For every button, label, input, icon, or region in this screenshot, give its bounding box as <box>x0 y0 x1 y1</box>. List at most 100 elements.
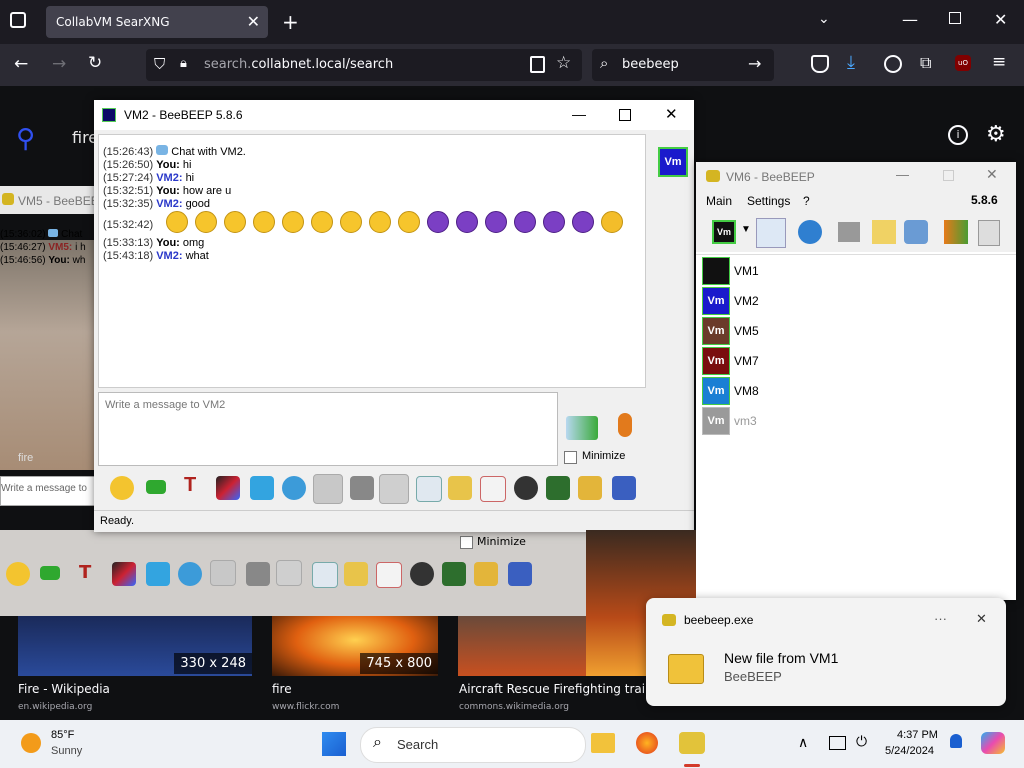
show-hidden-icons[interactable]: ∧ <box>798 734 808 751</box>
spellcheck-icon[interactable] <box>246 562 270 586</box>
settings-gear-icon[interactable]: ⚙ <box>986 122 1006 147</box>
microphone-icon[interactable] <box>618 413 632 437</box>
notification-close-icon[interactable]: ✕ <box>976 611 987 627</box>
taskbar-search[interactable]: ⌕ Search <box>360 727 586 763</box>
screenshot-icon[interactable] <box>514 476 538 500</box>
vm5-minimize-checkbox[interactable] <box>460 536 473 549</box>
network-volume-icon[interactable]: ⏻ <box>856 733 867 750</box>
filter-icon[interactable] <box>146 562 170 586</box>
pencil-icon[interactable] <box>872 220 896 244</box>
reload-icon[interactable]: ↻ <box>88 53 102 73</box>
vm6-maximize-icon[interactable] <box>943 170 954 181</box>
vm2-minimize-checkbox[interactable] <box>564 451 577 464</box>
network-icon[interactable] <box>904 220 928 244</box>
restore-window-icon[interactable] <box>949 12 961 24</box>
save-chat-icon[interactable] <box>312 562 338 588</box>
weather-sun-icon[interactable] <box>21 733 41 753</box>
lock-icon[interactable]: 🔒︎ <box>180 56 187 71</box>
chevron-down-icon[interactable]: ⌄ <box>818 11 830 27</box>
html-icon[interactable] <box>376 562 402 588</box>
send-file-icon[interactable] <box>448 476 472 500</box>
forward-icon[interactable]: → <box>52 54 66 74</box>
screen-capture-icon[interactable] <box>442 562 466 586</box>
font-icon[interactable]: T <box>184 474 208 498</box>
broadcast-icon[interactable] <box>798 220 822 244</box>
vm6-close-icon[interactable]: ✕ <box>986 166 998 183</box>
minimize-window-icon[interactable]: — <box>902 10 918 29</box>
clipboard-icon[interactable] <box>474 562 498 586</box>
vm2-close-icon[interactable]: ✕ <box>665 105 678 123</box>
menu-help[interactable]: ? <box>803 194 810 208</box>
color-picker-icon[interactable] <box>216 476 240 500</box>
vm5-input[interactable]: Write a message to <box>0 476 98 506</box>
shortcut-icon[interactable] <box>313 474 343 504</box>
extensions-icon[interactable]: ⧉ <box>920 53 931 73</box>
search-go-icon[interactable]: → <box>748 54 761 73</box>
display-icon[interactable] <box>829 736 846 750</box>
filter-icon[interactable] <box>250 476 274 500</box>
file-explorer-icon[interactable] <box>591 733 615 753</box>
html-icon[interactable] <box>480 476 506 502</box>
emoticon-icon[interactable] <box>6 562 30 586</box>
bookmark-star-icon[interactable]: ☆ <box>556 53 571 73</box>
settings-icon[interactable] <box>282 476 306 500</box>
close-window-icon[interactable]: ✕ <box>994 10 1007 29</box>
status-vm-icon[interactable]: Vm <box>712 220 736 244</box>
info-icon[interactable]: i <box>948 125 968 145</box>
settings-icon[interactable] <box>178 562 202 586</box>
pocket-icon[interactable] <box>811 55 829 73</box>
status-dropdown-icon[interactable]: ▼ <box>741 224 751 235</box>
new-tab-icon[interactable]: + <box>282 10 299 34</box>
url-bar[interactable]: ⛉ 🔒︎ search.collabnet.local/search ☆ <box>146 49 582 81</box>
send-message-icon[interactable] <box>566 416 598 440</box>
update-icon[interactable] <box>944 220 968 244</box>
tab-searxng[interactable]: CollabVM SearXNG ✕ <box>46 6 268 38</box>
shield-icon[interactable]: ⛉ <box>154 55 165 73</box>
music-note-icon[interactable] <box>379 474 409 504</box>
green-arrow-icon[interactable] <box>40 566 60 580</box>
vm2-message-input[interactable]: Write a message to VM2 <box>98 392 558 466</box>
clipboard-icon[interactable] <box>578 476 602 500</box>
copilot-icon[interactable] <box>981 732 1005 754</box>
result-title-1[interactable]: Fire - Wikipedia <box>18 682 110 696</box>
firefox-icon[interactable] <box>636 732 658 754</box>
music-note-icon[interactable] <box>276 560 302 586</box>
font-icon[interactable]: T <box>79 562 103 586</box>
vm6-minimize-icon[interactable]: — <box>896 167 909 182</box>
clock-date[interactable]: 5/24/2024 <box>885 745 934 757</box>
back-icon[interactable]: ← <box>14 54 28 74</box>
notification-more-icon[interactable]: ··· <box>934 611 947 626</box>
screenshot-icon[interactable] <box>410 562 434 586</box>
close-tab-icon[interactable]: ✕ <box>247 12 260 31</box>
weather-temp[interactable]: 85°F <box>51 729 74 741</box>
vm2-minimize-icon[interactable]: — <box>572 106 586 122</box>
search-bar[interactable]: ⌕ beebeep → <box>592 49 774 81</box>
clock-time[interactable]: 4:37 PM <box>897 729 938 741</box>
toast-notification[interactable]: beebeep.exe ··· ✕ New file from VM1 BeeB… <box>646 598 1006 706</box>
shortcut-icon[interactable] <box>210 560 236 586</box>
save-icon[interactable] <box>612 476 636 500</box>
edit-profile-icon[interactable] <box>756 218 786 248</box>
reader-view-icon[interactable] <box>530 56 545 73</box>
group-icon[interactable] <box>838 222 860 242</box>
menu-icon[interactable]: ≡ <box>992 52 1006 72</box>
spellcheck-icon[interactable] <box>350 476 374 500</box>
result-image-3[interactable] <box>458 616 586 676</box>
downloads-icon[interactable]: ⤓ <box>847 52 855 73</box>
menu-settings[interactable]: Settings <box>747 194 790 208</box>
screen-capture-icon[interactable] <box>546 476 570 500</box>
result-image-2[interactable]: 745 x 800 <box>272 616 438 676</box>
menu-main[interactable]: Main <box>706 194 732 208</box>
save-chat-icon[interactable] <box>416 476 442 502</box>
tab-list-icon[interactable] <box>10 12 26 28</box>
green-arrow-icon[interactable] <box>146 480 166 494</box>
result-image-1[interactable]: 330 x 248 <box>18 616 252 676</box>
start-windows-icon[interactable] <box>322 732 346 756</box>
color-picker-icon[interactable] <box>112 562 136 586</box>
result-title-2[interactable]: fire <box>272 682 292 696</box>
beebeep-taskbar-icon[interactable] <box>679 732 705 754</box>
emoticon-icon[interactable] <box>110 476 134 500</box>
trash-icon[interactable] <box>978 220 1000 246</box>
ublock-icon[interactable]: uO <box>955 55 971 71</box>
send-file-icon[interactable] <box>344 562 368 586</box>
